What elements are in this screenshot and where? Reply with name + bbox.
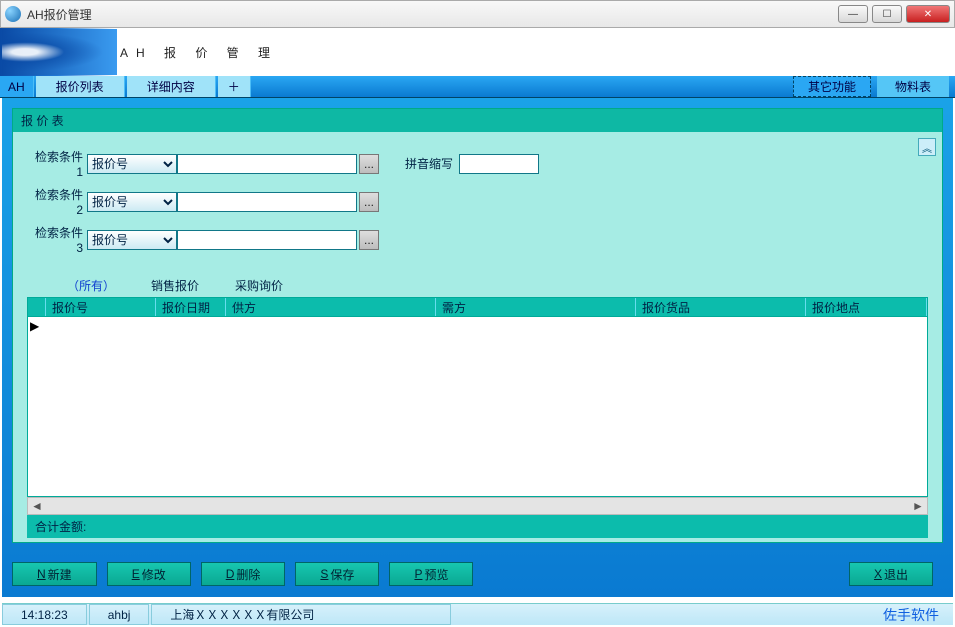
tab-add[interactable]: ＋: [218, 76, 251, 97]
status-time: 14:18:23: [2, 604, 87, 625]
grid-header: 报价号 报价日期 供方 需方 报价货品 报价地点: [27, 297, 928, 317]
preview-button[interactable]: P 预览: [389, 562, 473, 586]
grid-corner: [28, 298, 46, 316]
filter-tabs: （所有） 销售报价 采购询价: [27, 275, 928, 297]
search-label-1: 检索条件1: [27, 146, 87, 181]
minimize-button[interactable]: —: [838, 5, 868, 23]
panel-title: 报 价 表: [13, 109, 942, 132]
tab-spacer: [253, 76, 793, 97]
search-input-2[interactable]: [177, 192, 357, 212]
search-combo-1[interactable]: 报价号: [87, 154, 177, 174]
tab-detail[interactable]: 详细内容: [127, 76, 216, 97]
search-select-3[interactable]: 报价号: [87, 230, 177, 250]
edit-button[interactable]: E 修改: [107, 562, 191, 586]
col-goods[interactable]: 报价货品: [636, 298, 806, 316]
search-row-3: 检索条件3 报价号 ...: [27, 222, 928, 257]
tab-other-functions[interactable]: 其它功能: [793, 76, 871, 97]
window-buttons: — ☐ ✕: [838, 5, 950, 23]
scroll-right-icon[interactable]: ►: [909, 499, 927, 513]
window-title: AH报价管理: [27, 6, 838, 23]
col-location[interactable]: 报价地点: [806, 298, 927, 316]
banner-decoration: [2, 29, 117, 75]
total-label: 合计金额:: [35, 520, 86, 534]
search-browse-2[interactable]: ...: [359, 192, 379, 212]
filter-tab-purchase[interactable]: 采购询价: [217, 275, 301, 297]
window-titlebar: AH报价管理 — ☐ ✕: [0, 0, 955, 28]
search-combo-3[interactable]: 报价号: [87, 230, 177, 250]
delete-button[interactable]: D 删除: [201, 562, 286, 586]
quote-panel: 报 价 表 ︽ 检索条件1 报价号 ... 拼音缩写 检索条件2 报价号: [12, 108, 943, 543]
search-select-2[interactable]: 报价号: [87, 192, 177, 212]
search-input-3[interactable]: [177, 230, 357, 250]
search-select-1[interactable]: 报价号: [87, 154, 177, 174]
status-brand[interactable]: 佐手软件: [869, 604, 953, 625]
col-quote-date[interactable]: 报价日期: [156, 298, 226, 316]
search-input-1[interactable]: [177, 154, 357, 174]
maximize-button[interactable]: ☐: [872, 5, 902, 23]
col-supplier[interactable]: 供方: [226, 298, 436, 316]
main-tab-bar: AH 报价列表 详细内容 ＋ 其它功能 物料表: [0, 76, 955, 98]
pinyin-input[interactable]: [459, 154, 539, 174]
search-browse-1[interactable]: ...: [359, 154, 379, 174]
search-combo-2[interactable]: 报价号: [87, 192, 177, 212]
scroll-left-icon[interactable]: ◄: [28, 499, 46, 513]
banner: AH 报 价 管 理: [0, 28, 955, 76]
pinyin-area: 拼音缩写: [405, 154, 539, 174]
status-company: 上海ＸＸＸＸＸＸ有限公司: [151, 604, 451, 625]
close-button[interactable]: ✕: [906, 5, 950, 23]
tab-ah[interactable]: AH: [0, 76, 34, 97]
app-icon: [5, 6, 21, 22]
collapse-icon[interactable]: ︽: [918, 138, 936, 156]
tab-material-list[interactable]: 物料表: [877, 76, 949, 97]
search-browse-3[interactable]: ...: [359, 230, 379, 250]
pinyin-label: 拼音缩写: [405, 155, 453, 172]
row-marker-icon: ▶: [30, 319, 40, 331]
search-row-1: 检索条件1 报价号 ... 拼音缩写: [27, 146, 928, 181]
search-row-2: 检索条件2 报价号 ...: [27, 184, 928, 219]
col-quote-no[interactable]: 报价号: [46, 298, 156, 316]
save-button[interactable]: S 保存: [295, 562, 379, 586]
filter-pad: [27, 275, 49, 297]
grid-hscrollbar[interactable]: ◄ ►: [27, 497, 928, 515]
filter-tab-sales[interactable]: 销售报价: [133, 275, 217, 297]
col-buyer[interactable]: 需方: [436, 298, 636, 316]
banner-title: AH 报 价 管 理: [120, 44, 278, 61]
status-code: ahbj: [89, 604, 150, 625]
stage: 报 价 表 ︽ 检索条件1 报价号 ... 拼音缩写 检索条件2 报价号: [2, 98, 953, 597]
action-bar: N 新建 E 修改 D 删除 S 保存 P 预览 X 退出: [12, 557, 943, 591]
exit-button[interactable]: X 退出: [849, 562, 933, 586]
grid-body[interactable]: ▶: [27, 317, 928, 497]
search-label-3: 检索条件3: [27, 222, 87, 257]
new-button[interactable]: N 新建: [12, 562, 97, 586]
tab-quote-list[interactable]: 报价列表: [36, 76, 125, 97]
status-bar: 14:18:23 ahbj 上海ＸＸＸＸＸＸ有限公司 佐手软件: [2, 603, 953, 625]
panel-body: ︽ 检索条件1 报价号 ... 拼音缩写 检索条件2 报价号: [13, 132, 942, 546]
search-label-2: 检索条件2: [27, 184, 87, 219]
filter-tab-all[interactable]: （所有）: [49, 275, 133, 297]
total-bar: 合计金额:: [27, 515, 928, 538]
